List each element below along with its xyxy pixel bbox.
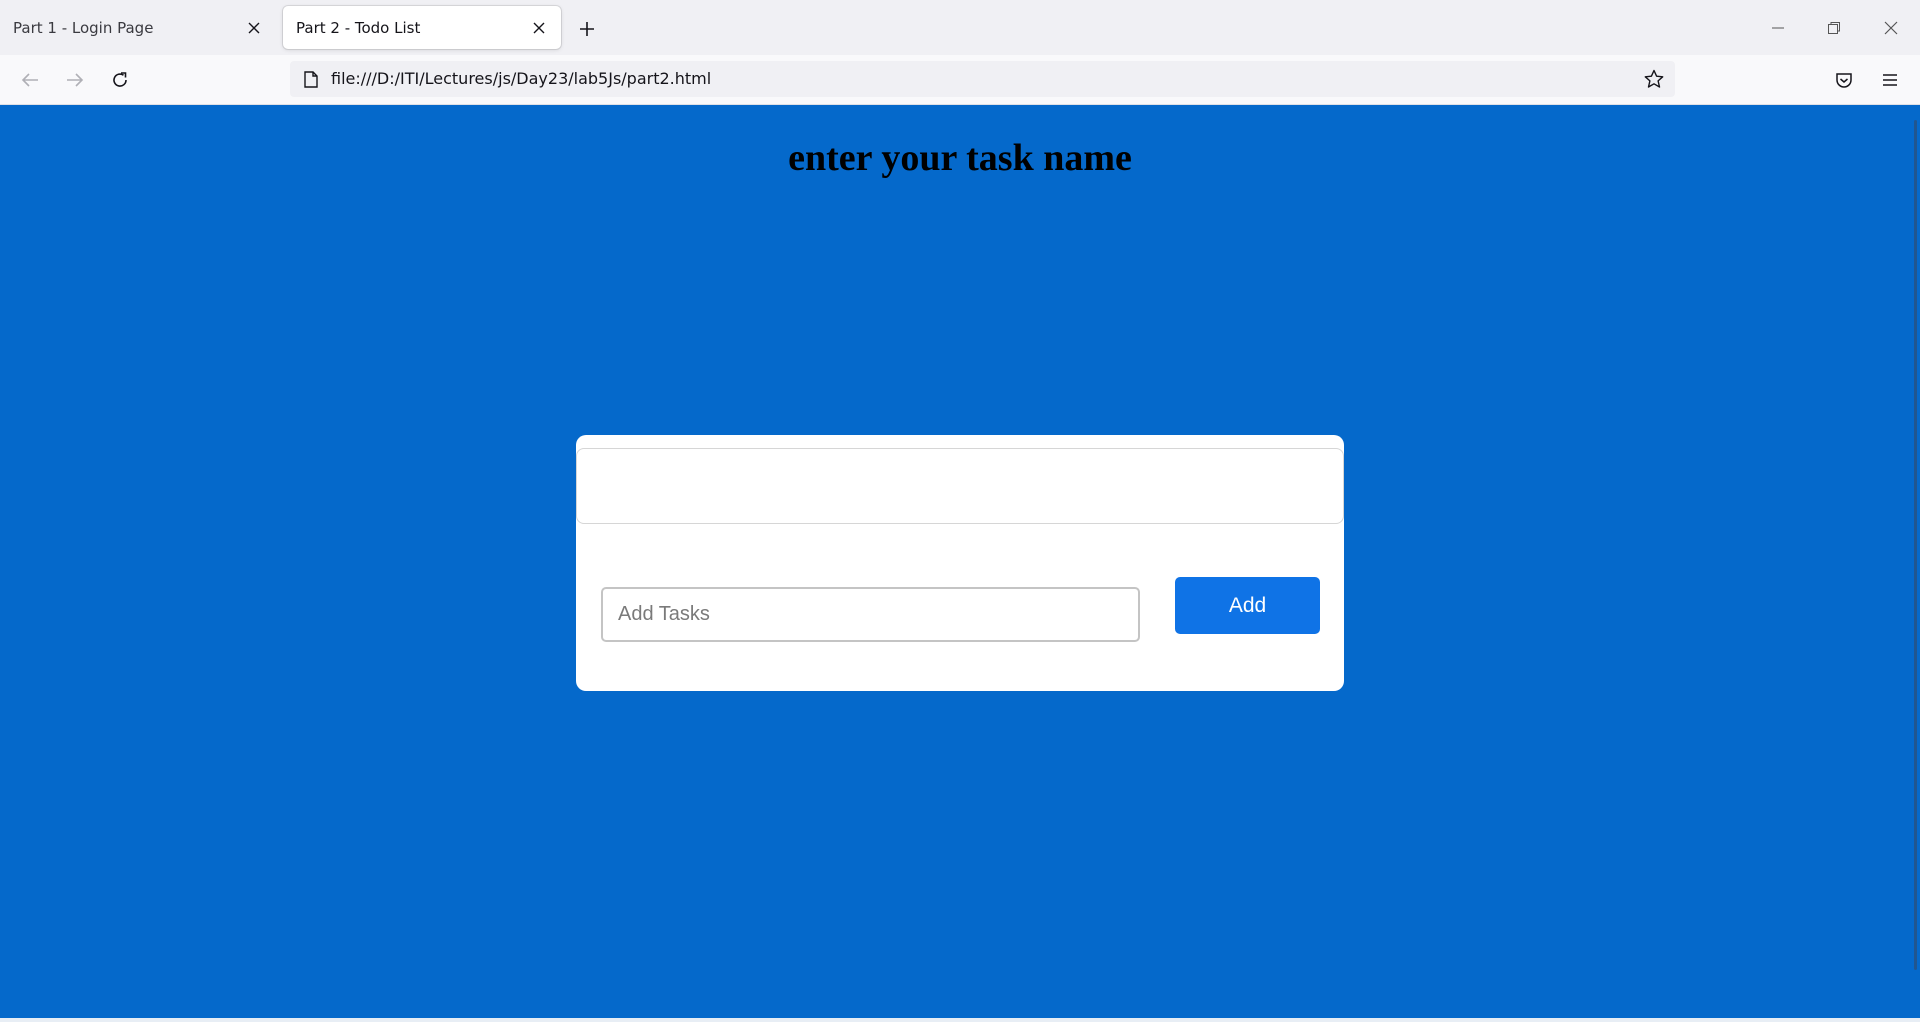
back-arrow-icon[interactable] [16, 66, 44, 94]
page-file-icon [300, 68, 322, 90]
forward-arrow-icon[interactable] [61, 66, 89, 94]
tab-strip: Part 1 - Login Page Part 2 - Todo List [0, 0, 1920, 55]
tab-todo-list[interactable]: Part 2 - Todo List [283, 6, 561, 49]
close-tab-icon[interactable] [244, 18, 264, 38]
tab-title: Part 2 - Todo List [296, 18, 421, 37]
page-content: enter your task name Add [0, 105, 1920, 1018]
pocket-icon[interactable] [1830, 66, 1858, 94]
close-window-icon[interactable] [1877, 14, 1905, 42]
add-task-input[interactable] [601, 587, 1140, 642]
url-text: file:///D:/ITI/Lectures/js/Day23/lab5Js/… [331, 69, 712, 88]
menu-hamburger-icon[interactable] [1876, 66, 1904, 94]
tab-title: Part 1 - Login Page [13, 18, 154, 37]
bookmark-star-icon[interactable] [1641, 66, 1667, 92]
page-bottom-edge [0, 1018, 1920, 1022]
restore-icon[interactable] [1820, 14, 1848, 42]
new-tab-plus-icon[interactable] [573, 15, 601, 43]
reload-icon[interactable] [106, 66, 134, 94]
minimize-icon[interactable] [1764, 14, 1792, 42]
tab-login-page[interactable]: Part 1 - Login Page [0, 6, 276, 49]
task-list-container [576, 448, 1344, 524]
navigation-toolbar: file:///D:/ITI/Lectures/js/Day23/lab5Js/… [0, 55, 1920, 105]
add-button[interactable]: Add [1175, 577, 1320, 634]
scrollbar[interactable] [1914, 120, 1917, 970]
close-tab-icon[interactable] [529, 18, 549, 38]
todo-card: Add [576, 435, 1344, 691]
address-bar[interactable]: file:///D:/ITI/Lectures/js/Day23/lab5Js/… [290, 61, 1675, 97]
page-heading: enter your task name [788, 137, 1132, 179]
